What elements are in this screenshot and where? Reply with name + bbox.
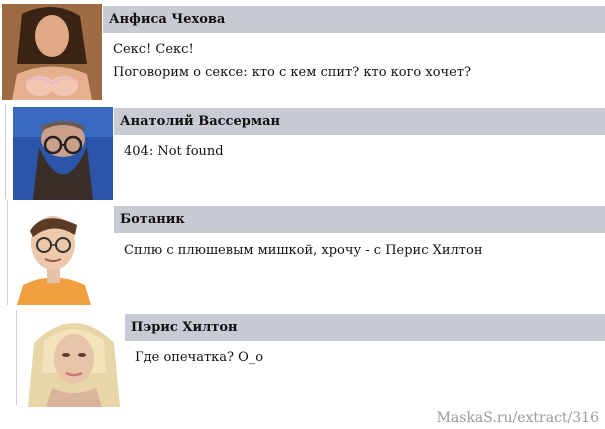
avatar-wasserman xyxy=(13,107,113,200)
author-name: Анфиса Чехова xyxy=(103,6,605,33)
author-name: Пэрис Хилтон xyxy=(125,314,605,341)
author-name: Анатолий Вассерман xyxy=(114,108,605,135)
post-1: Анфиса Чехова Секс! Секс! Поговорим о се… xyxy=(0,0,605,104)
avatar-nerd xyxy=(13,205,94,305)
post-4: Пэрис Хилтон Где опечатка? O_o xyxy=(0,306,605,407)
message-line: Поговорим о сексе: кто с кем спит? кто к… xyxy=(113,65,471,80)
message-line: Где опечатка? O_o xyxy=(135,350,264,365)
message-line: Секс! Секс! xyxy=(113,42,194,57)
author-name: Ботаник xyxy=(114,206,605,233)
source-watermark: MaskaS.ru/extract/316 xyxy=(436,410,599,426)
message-line: 404: Not found xyxy=(124,144,224,159)
message-line: Сплю с плюшевым мишкой, хрочу - с Перис … xyxy=(124,243,483,258)
avatar-anfisa xyxy=(2,4,102,100)
avatar-paris xyxy=(22,313,126,407)
post-3: Ботаник Сплю с плюшевым мишкой, хрочу - … xyxy=(0,200,605,306)
post-2: Анатолий Вассерман 404: Not found xyxy=(0,104,605,200)
